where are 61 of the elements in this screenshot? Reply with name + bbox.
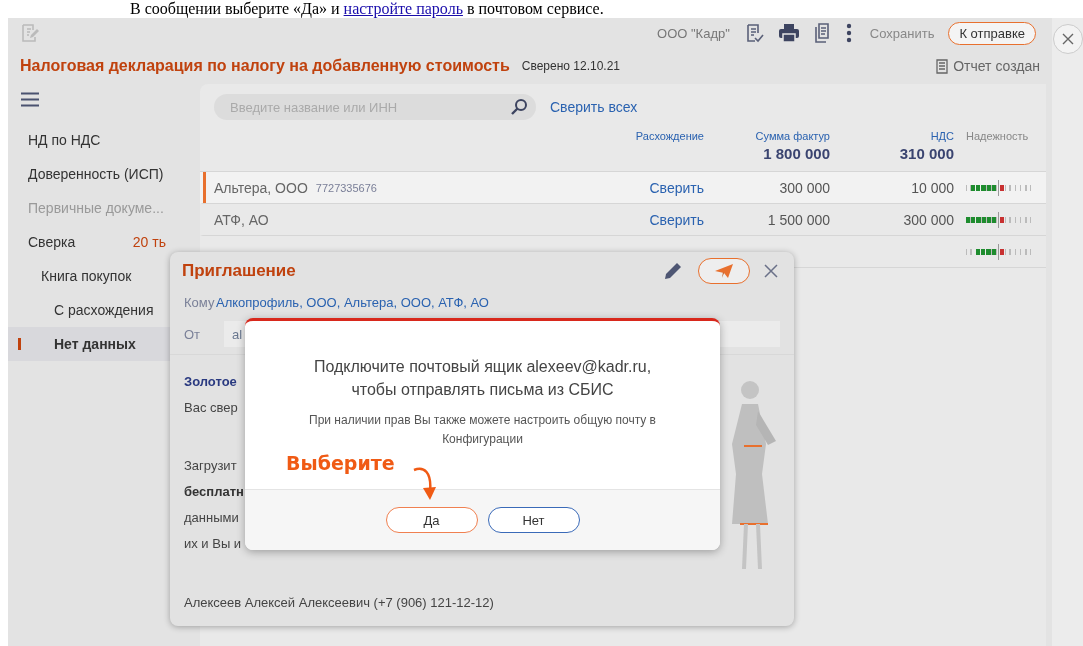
send-button[interactable] xyxy=(698,258,750,284)
dialog-title: Приглашение xyxy=(182,261,296,281)
table-row[interactable]: АТФ, АО Сверить 1 500 000 300 000 xyxy=(200,204,1046,236)
message-text: Вас свер xyxy=(184,399,238,417)
close-icon xyxy=(1061,33,1074,45)
to-label: Кому xyxy=(184,294,216,310)
instruction-link[interactable]: настройте пароль xyxy=(343,0,463,17)
table-row[interactable]: Альтера, ООО 7727335676 Сверить 300 000 10 000 xyxy=(200,172,1046,204)
reconcile-link[interactable]: Сверить xyxy=(649,179,704,196)
more-icon[interactable] xyxy=(845,23,852,43)
dialog-button[interactable]: Нет xyxy=(487,507,580,533)
send-button[interactable]: К отправке xyxy=(948,21,1036,45)
dialog-button[interactable]: Да xyxy=(385,507,478,533)
annotation-text: Выберите xyxy=(286,452,395,474)
company-name: АТФ, АО xyxy=(214,211,269,228)
page-title: Налоговая декларация по налогу на добавленную стоимость xyxy=(20,57,510,75)
column-header: Сумма фактур xyxy=(755,130,830,142)
sidebar-item[interactable]: Нет данных xyxy=(8,327,170,361)
sidebar-item[interactable]: Сверка 20 ть xyxy=(8,225,170,259)
documents-icon[interactable] xyxy=(813,23,832,43)
pencil-icon[interactable] xyxy=(662,260,684,282)
reconcile-link[interactable]: Сверить xyxy=(649,211,704,228)
verified-date: Сверено 12.10.21 xyxy=(521,59,621,73)
message-text: Загрузит xyxy=(184,457,237,475)
company-inn: 7727335676 xyxy=(315,181,377,194)
reconcile-all-link[interactable]: Сверить всех xyxy=(550,99,638,115)
paper-plane-icon xyxy=(714,263,734,279)
sidebar-item[interactable]: С расхождения xyxy=(8,293,170,327)
company-name: Альтера, ООО xyxy=(214,179,308,196)
close-button[interactable] xyxy=(1052,24,1083,54)
table-cell: 300 000 xyxy=(779,179,830,196)
menu-icon[interactable] xyxy=(21,92,39,107)
recipients-link[interactable]: Алкопрофиль, ООО, Альтера, ООО, АТФ, АО xyxy=(216,294,489,310)
confirm-message: Подключите почтовый ящик alexeev@kadr.ru, чтобы отправлять письма из СБИС xyxy=(312,357,653,400)
instruction-text: В сообщении выберите «Да» и настройте пароль в почтовом сервисе. xyxy=(129,0,605,18)
organization-name[interactable]: ООО "Кадр" xyxy=(657,25,730,41)
column-header: Расхождение xyxy=(635,130,704,142)
column-header: НДС xyxy=(930,130,954,142)
message-text: данными xyxy=(184,509,239,527)
column-total: 310 000 xyxy=(899,145,954,162)
confirm-note: При наличии прав Вы также можете настроить общую почту в Конфигурации xyxy=(308,412,657,448)
column-total: 1 800 000 xyxy=(763,145,830,162)
sidebar-item[interactable]: Книга покупок xyxy=(8,259,170,293)
item-count: 20 ть xyxy=(132,234,167,250)
column-header: Надежность xyxy=(966,130,1029,142)
report-status: Отчет создан xyxy=(953,58,1040,74)
sidebar-item[interactable]: Доверенность (ИСП) xyxy=(8,157,170,191)
annotation-arrow xyxy=(412,466,438,502)
search-icon[interactable] xyxy=(510,98,528,116)
signature-text: Алексеев Алексей Алексеевич (+7 (906) 121-12-12) xyxy=(184,595,495,610)
table-cell: 1 500 000 xyxy=(767,211,830,228)
report-icon xyxy=(936,58,949,74)
table-cell: 300 000 xyxy=(903,211,954,228)
message-text: Золотое xyxy=(184,373,237,391)
from-label: От xyxy=(184,326,202,342)
table-cell: 10 000 xyxy=(911,179,954,196)
message-text: бесплатн xyxy=(184,483,244,501)
close-icon[interactable] xyxy=(764,264,778,278)
sidebar-item[interactable]: НД по НДС xyxy=(8,123,170,157)
message-text: их и Вы и xyxy=(184,535,242,553)
printer-icon[interactable] xyxy=(777,23,800,43)
